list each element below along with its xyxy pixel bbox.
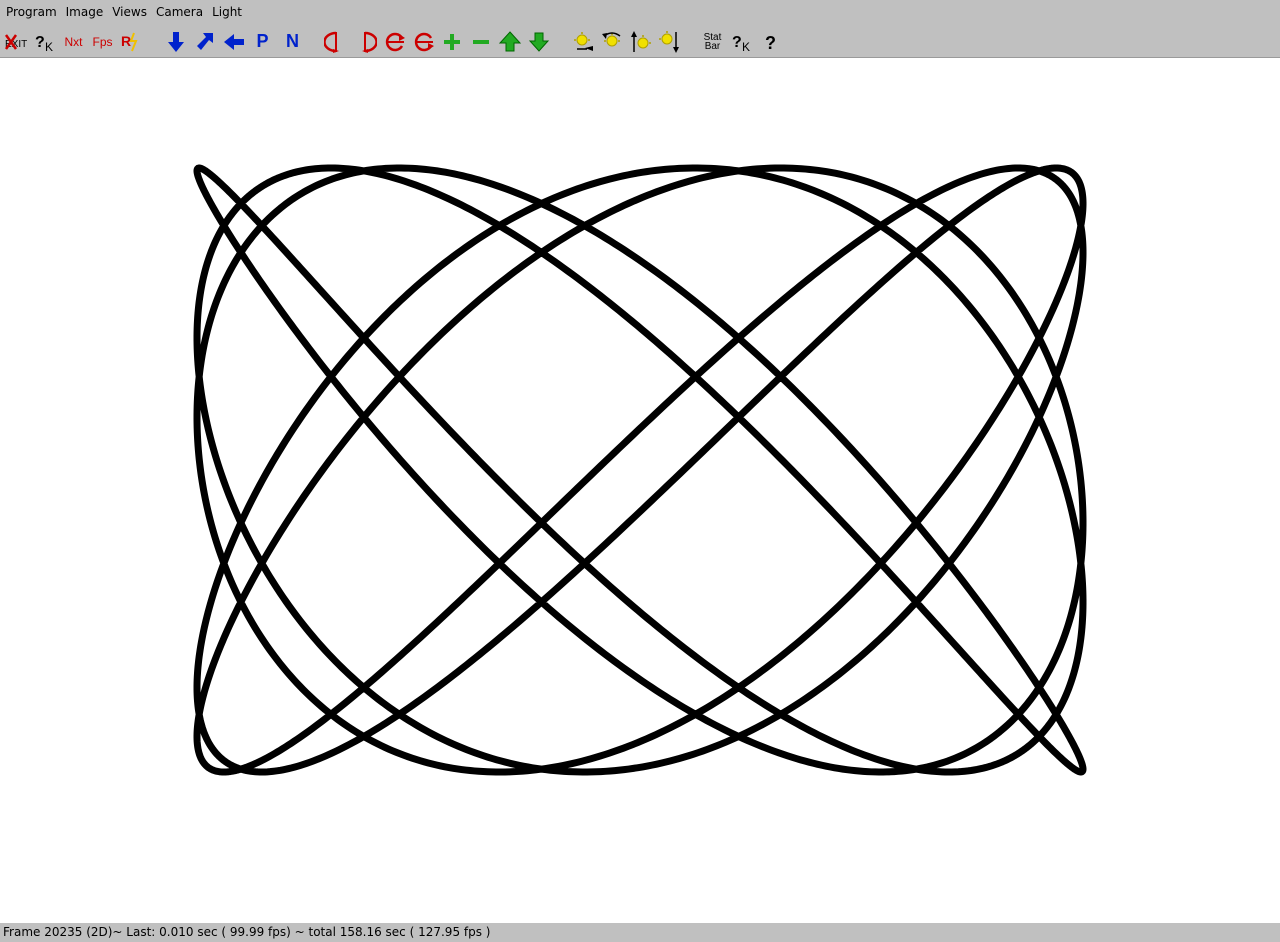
menu-light[interactable]: Light [209,0,245,25]
fps-button[interactable]: Fps [89,28,116,55]
status-bar-icon: Stat Bar [704,32,722,52]
next-icon: Nxt [64,34,83,49]
zoom-in-icon [443,33,460,50]
arrow-down-button[interactable] [162,28,189,55]
zoom-out-icon [472,39,489,44]
rotate-down-icon [414,32,434,51]
lissajous-figure [193,164,1087,776]
svg-text:?: ? [35,34,45,51]
status-bar-button[interactable]: Stat Bar [699,28,726,55]
arrow-left-button[interactable] [220,28,247,55]
normal-button[interactable]: N [279,28,306,55]
exit-icon: EXIT [4,33,27,50]
zoom-out-button[interactable] [467,28,494,55]
rotate-up-icon [385,32,405,51]
rotate-down-button[interactable] [409,28,436,55]
menu-camera[interactable]: Camera [153,0,206,25]
normal-icon: N [286,31,299,51]
ok-help-2-icon: ? K [732,34,750,54]
zoom-in-button[interactable] [438,28,465,55]
help-button[interactable]: ? [757,28,784,55]
light-left-icon [573,31,593,51]
reset-button[interactable]: R [118,28,145,55]
status-text: Frame 20235 (2D)~ Last: 0.010 sec ( 99.9… [3,925,491,939]
reset-icon: R [121,32,137,51]
ok-help-2-button[interactable]: ? K [728,28,755,55]
svg-text:?: ? [732,34,742,51]
arrow-up-right-button[interactable] [191,28,218,55]
light-up-icon [630,30,651,52]
ok-help-button[interactable]: ? K [31,28,58,55]
light-right-icon [601,31,620,46]
stat-label-bottom: Bar [704,40,721,52]
fps-icon: Fps [92,34,113,49]
light-up-button[interactable] [627,28,654,55]
svg-text:K: K [45,40,53,54]
light-down-button[interactable] [656,28,683,55]
menu-program[interactable]: Program [3,0,60,25]
ok-help-icon: ? K [35,34,53,54]
help-icon: ? [765,33,776,53]
move-down-button[interactable] [525,28,552,55]
menu-image[interactable]: Image [63,0,107,25]
perspective-icon: P [256,31,269,51]
rotate-right-icon [361,31,377,53]
rotate-left-button[interactable] [322,28,349,55]
toolbar: EXIT ? K Nxt Fps R P N Stat Bar ? K ? [0,25,1280,58]
perspective-button[interactable]: P [249,28,276,55]
arrow-up-right-icon [196,32,213,50]
svg-text:?: ? [765,33,776,53]
rotate-left-icon [323,31,339,53]
status-bar: Frame 20235 (2D)~ Last: 0.010 sec ( 99.9… [0,923,1280,942]
move-up-button[interactable] [496,28,523,55]
light-right-button[interactable] [598,28,625,55]
render-canvas[interactable] [0,58,1280,923]
exit-button[interactable]: EXIT [1,28,28,55]
light-left-button[interactable] [569,28,596,55]
rotate-up-button[interactable] [380,28,407,55]
move-up-icon [498,30,521,51]
next-button[interactable]: Nxt [60,28,87,55]
svg-text:R: R [121,33,131,49]
lissajous-curve [193,164,1087,776]
menu-bar: Program Image Views Camera Light [0,0,1280,25]
svg-text:K: K [742,40,750,54]
arrow-left-icon [223,33,244,50]
rotate-right-button[interactable] [351,28,378,55]
menu-views[interactable]: Views [109,0,150,25]
arrow-down-icon [167,31,184,52]
move-down-icon [528,32,549,52]
light-down-icon [658,30,679,53]
